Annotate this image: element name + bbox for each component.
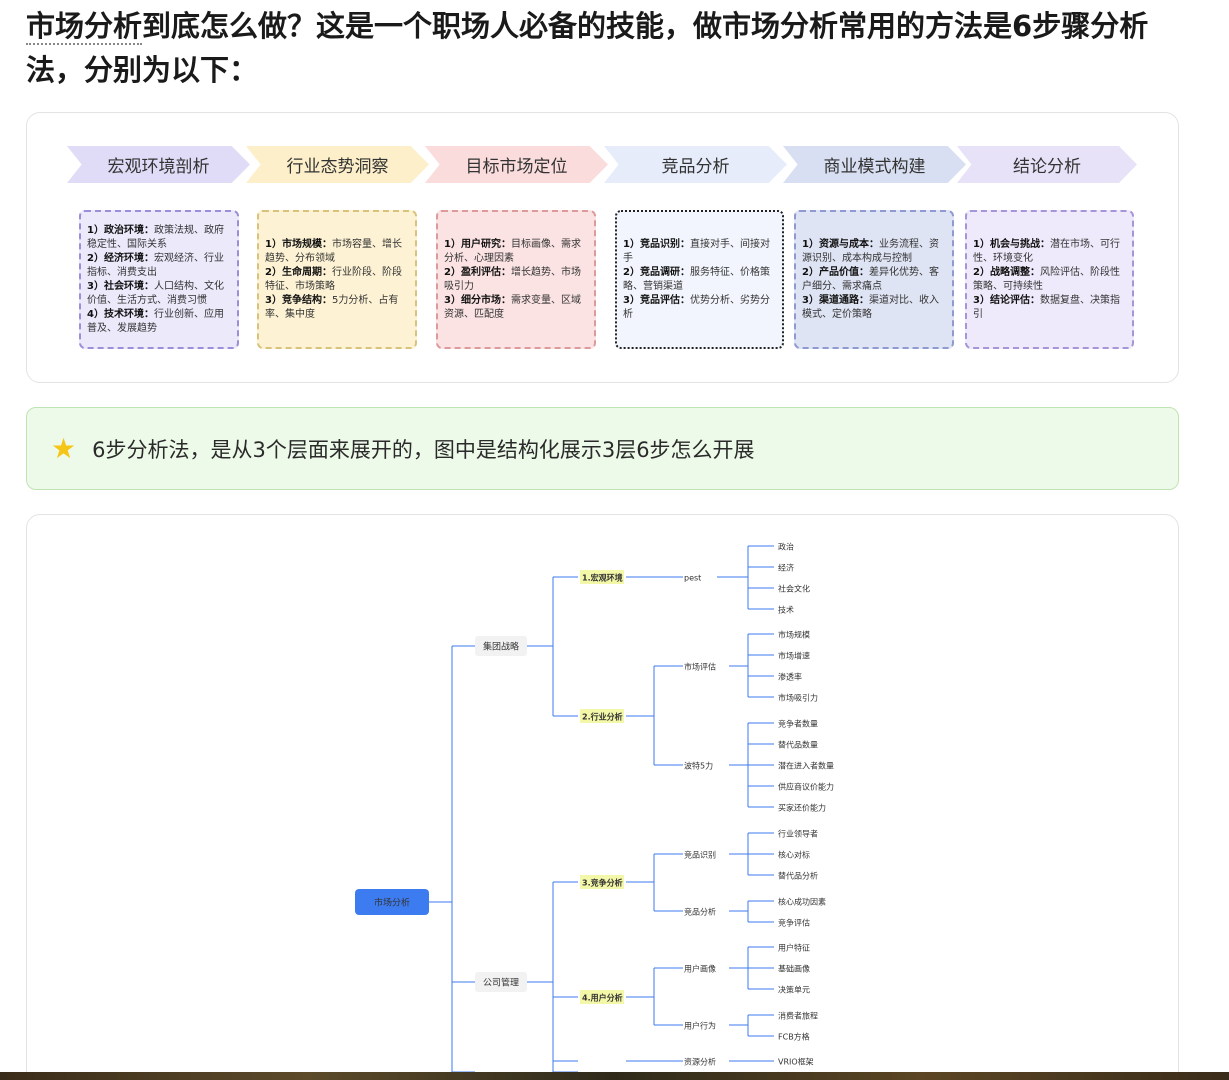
step-detail-label: 1）竞品识别： xyxy=(623,238,690,250)
leaf-label: 决策单元 xyxy=(778,985,810,995)
leaf-label: 经济 xyxy=(778,563,794,573)
step-detail-item: 1）政治环境：政策法规、政府稳定性、国际关系 xyxy=(87,224,231,252)
leaf-label: 核心成功因素 xyxy=(778,897,826,907)
step-detail-label: 3）竞争结构： xyxy=(265,294,332,306)
step-detail-item: 2）生命周期：行业阶段、阶段特征、市场策略 xyxy=(265,266,409,294)
step-detail-label: 2）盈利评估： xyxy=(444,266,511,278)
subtopic-label: 市场评估 xyxy=(684,662,716,672)
mindmap-diagram: 市场分析集团战略1.宏观环境 pest政治经济社会文化技术2.行业分析市场评估市场… xyxy=(355,542,834,1072)
step-detail-box: 1）竞品识别：直接对手、间接对手 2）竞品调研：服务特征、价格策略、营销渠道 3）竞… xyxy=(615,210,784,349)
leaf-label: 替代品分析 xyxy=(778,871,818,881)
step-detail-item: 1）资源与成本：业务流程、资源识别、成本构成与控制 xyxy=(802,238,946,266)
step-detail-item: 3）竞品评估：优势分析、劣势分析 xyxy=(623,294,776,322)
group-label: 公司管理 xyxy=(483,977,519,989)
step-detail-box: 1）市场规模：市场容量、增长趋势、分布领域 2）生命周期：行业阶段、阶段特征、市场… xyxy=(257,210,417,349)
root-label: 市场分析 xyxy=(374,897,410,909)
step-chevron: 竞品分析 xyxy=(604,146,787,183)
step-detail-label: 2）生命周期： xyxy=(265,266,332,278)
step-detail-box: 1）政治环境：政策法规、政府稳定性、国际关系 2）经济环境：宏观经济、行业指标、消… xyxy=(79,210,239,349)
step-detail-box: 1）机会与挑战：潜在市场、可行性、环境变化 2）战略调整：风险评估、阶段性策略、可… xyxy=(965,210,1134,349)
step-detail-label: 1）用户研究： xyxy=(444,238,511,250)
leaf-label: 社会文化 xyxy=(778,584,810,594)
step-detail-box: 1）资源与成本：业务流程、资源识别、成本构成与控制 2）产品价值：差异化优势、客户… xyxy=(794,210,954,349)
step-detail-item: 1）市场规模：市场容量、增长趋势、分布领域 xyxy=(265,238,409,266)
leaf-label: FCB方格 xyxy=(778,1032,810,1042)
leaf-label: 市场规模 xyxy=(778,630,810,640)
subtopic-label: 资源分析 xyxy=(684,1057,716,1067)
step-detail-box: 1）用户研究：目标画像、需求分析、心理因素 2）盈利评估：增长趋势、市场吸引力 3）… xyxy=(436,210,596,349)
subtopic-label: 波特5力 xyxy=(684,761,713,771)
leaf-label: 渗透率 xyxy=(778,672,802,682)
step-detail-item: 1）机会与挑战：潜在市场、可行性、环境变化 xyxy=(973,238,1126,266)
step-detail-item: 3）社会环境：人口结构、文化价值、生活方式、消费习惯 xyxy=(87,280,231,308)
leaf-label: 供应商议价能力 xyxy=(778,782,834,792)
step-detail-item: 2）竞品调研：服务特征、价格策略、营销渠道 xyxy=(623,266,776,294)
step-detail-item: 3）细分市场：需求变量、区域资源、匹配度 xyxy=(444,294,588,322)
step-detail-item: 2）盈利评估：增长趋势、市场吸引力 xyxy=(444,266,588,294)
step-detail-item: 1）竞品识别：直接对手、间接对手 xyxy=(623,238,776,266)
step-detail-label: 2）经济环境： xyxy=(87,252,154,264)
leaf-label: 政治 xyxy=(778,542,794,552)
leaf-label: 用户特征 xyxy=(778,943,810,953)
step-detail-label: 1）政治环境： xyxy=(87,224,154,236)
leaf-label: 核心对标 xyxy=(778,850,810,860)
subtopic-label: pest xyxy=(684,574,701,583)
leaf-label: 消费者旅程 xyxy=(778,1011,818,1021)
group-label: 集团战略 xyxy=(483,641,519,653)
step-detail-label: 3）渠道通路： xyxy=(802,294,869,306)
bottom-background-strip xyxy=(0,1072,1229,1080)
section-label: 2.行业分析 xyxy=(582,712,623,722)
step-chevron: 结论分析 xyxy=(957,146,1137,183)
step-detail-item: 2）战略调整：风险评估、阶段性策略、可持续性 xyxy=(973,266,1126,294)
step-detail-label: 4）技术环境： xyxy=(87,308,154,320)
leaf-label: 市场吸引力 xyxy=(778,693,818,703)
heading-text: 到底怎么做？这是一个职场人必备的技能，做市场分析常用的方法是6步骤分析法，分别为… xyxy=(26,9,1149,87)
step-detail-label: 3）竞品评估： xyxy=(623,294,690,306)
section-label: 3.竞争分析 xyxy=(582,878,623,888)
leaf-label: 替代品数量 xyxy=(778,740,818,750)
section-label: 4.用户分析 xyxy=(582,993,623,1003)
subtopic-label: 竞品识别 xyxy=(684,850,716,860)
step-detail-label: 1）市场规模： xyxy=(265,238,332,250)
leaf-label: 技术 xyxy=(778,605,794,615)
step-detail-label: 2）产品价值： xyxy=(802,266,869,278)
step-detail-item: 2）产品价值：差异化优势、客户细分、需求痛点 xyxy=(802,266,946,294)
leaf-label: 竞争者数量 xyxy=(778,719,818,729)
leaf-label: 竞争评估 xyxy=(778,918,810,928)
step-chevron: 目标市场定位 xyxy=(425,146,608,183)
step-detail-item: 3）结论评估：数据复盘、决策指引 xyxy=(973,294,1126,322)
step-chevron: 宏观环境剖析 xyxy=(67,146,250,183)
step-detail-label: 1）资源与成本： xyxy=(802,238,879,250)
leaf-label: 市场增速 xyxy=(778,651,810,661)
leaf-label: 潜在进入者数量 xyxy=(778,761,834,771)
subtopic-label: 竞品分析 xyxy=(684,907,716,917)
section-label: 1.宏观环境 xyxy=(582,573,623,583)
step-detail-item: 3）竞争结构：5力分析、占有率、集中度 xyxy=(265,294,409,322)
tip-callout: ★ 6步分析法，是从3个层面来展开的，图中是结构化展示3层6步怎么开展 xyxy=(26,407,1179,490)
leaf-label: 行业领导者 xyxy=(778,829,818,839)
step-detail-label: 3）社会环境： xyxy=(87,280,154,292)
step-detail-item: 3）渠道通路：渠道对比、收入模式、定价策略 xyxy=(802,294,946,322)
star-icon: ★ xyxy=(51,432,77,465)
step-detail-label: 3）细分市场： xyxy=(444,294,511,306)
step-detail-label: 1）机会与挑战： xyxy=(973,238,1050,250)
step-detail-item: 1）用户研究：目标画像、需求分析、心理因素 xyxy=(444,238,588,266)
step-chevron: 商业模式构建 xyxy=(783,146,966,183)
step-chevron: 行业态势洞察 xyxy=(246,146,429,183)
step-detail-label: 2）竞品调研： xyxy=(623,266,690,278)
step-detail-label: 3）结论评估： xyxy=(973,294,1040,306)
leaf-label: 基础画像 xyxy=(778,964,810,974)
tip-text: 6步分析法，是从3个层面来展开的，图中是结构化展示3层6步怎么开展 xyxy=(92,437,755,462)
heading-keyword: 市场分析 xyxy=(26,9,143,45)
step-detail-label: 2）战略调整： xyxy=(973,266,1040,278)
subtopic-label: 用户行为 xyxy=(684,1021,716,1031)
step-detail-item: 4）技术环境：行业创新、应用普及、发展趋势 xyxy=(87,308,231,336)
subtopic-label: 用户画像 xyxy=(684,964,716,974)
leaf-label: 买家还价能力 xyxy=(778,803,826,813)
leaf-label: VRIO框架 xyxy=(778,1057,814,1067)
step-detail-item: 2）经济环境：宏观经济、行业指标、消费支出 xyxy=(87,252,231,280)
article-heading: 市场分析到底怎么做？这是一个职场人必备的技能，做市场分析常用的方法是6步骤分析法… xyxy=(26,4,1186,92)
